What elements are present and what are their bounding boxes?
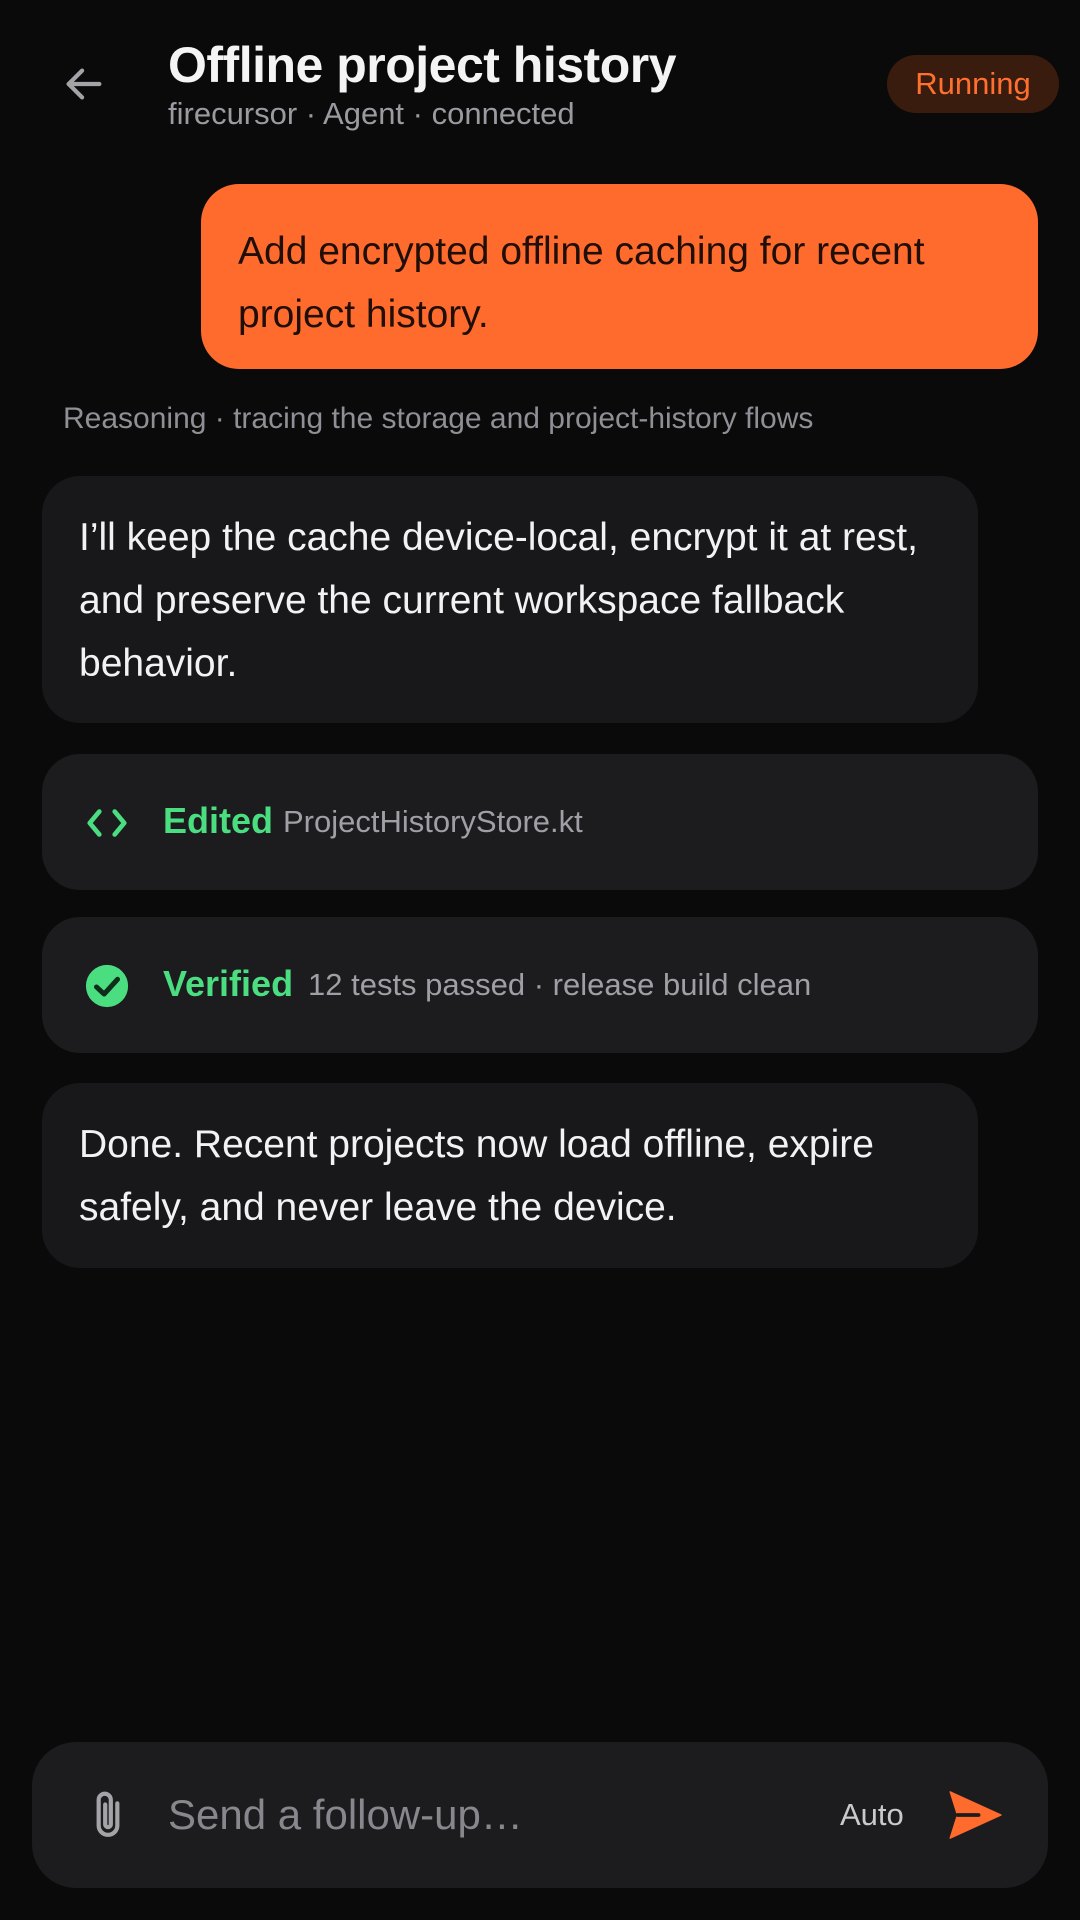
user-message: Add encrypted offline caching for recent… — [201, 184, 1038, 369]
page-subtitle: firecursor · Agent · connected — [168, 96, 575, 131]
back-button[interactable] — [56, 56, 112, 112]
assistant-message: I’ll keep the cache device-local, encryp… — [42, 476, 978, 723]
reasoning-status: Reasoning · tracing the storage and proj… — [63, 402, 814, 435]
header: Offline project history firecursor · Age… — [0, 0, 1080, 150]
check-circle-icon — [84, 963, 130, 1009]
edited-file-card[interactable]: Edited ProjectHistoryStore.kt — [42, 754, 1038, 890]
send-button[interactable] — [940, 1780, 1010, 1850]
follow-up-input[interactable] — [168, 1780, 808, 1850]
verification-card[interactable]: Verified 12 tests passed · release build… — [42, 917, 1038, 1053]
edited-status-label: Edited — [163, 800, 274, 841]
verified-status-label: Verified — [163, 963, 294, 1004]
code-brackets-icon — [84, 800, 130, 846]
attach-button[interactable] — [76, 1782, 140, 1848]
arrow-left-icon — [66, 68, 102, 100]
status-badge: Running — [887, 55, 1059, 113]
edited-file-name: ProjectHistoryStore.kt — [283, 804, 583, 839]
verification-detail: 12 tests passed · release build clean — [308, 967, 812, 1002]
paperclip-icon — [96, 1791, 120, 1837]
mode-selector[interactable]: Auto — [840, 1792, 904, 1838]
page-title: Offline project history — [168, 37, 677, 93]
send-icon — [949, 1791, 1002, 1839]
composer-bar: Auto — [32, 1742, 1048, 1888]
assistant-message: Done. Recent projects now load offline, … — [42, 1083, 978, 1268]
